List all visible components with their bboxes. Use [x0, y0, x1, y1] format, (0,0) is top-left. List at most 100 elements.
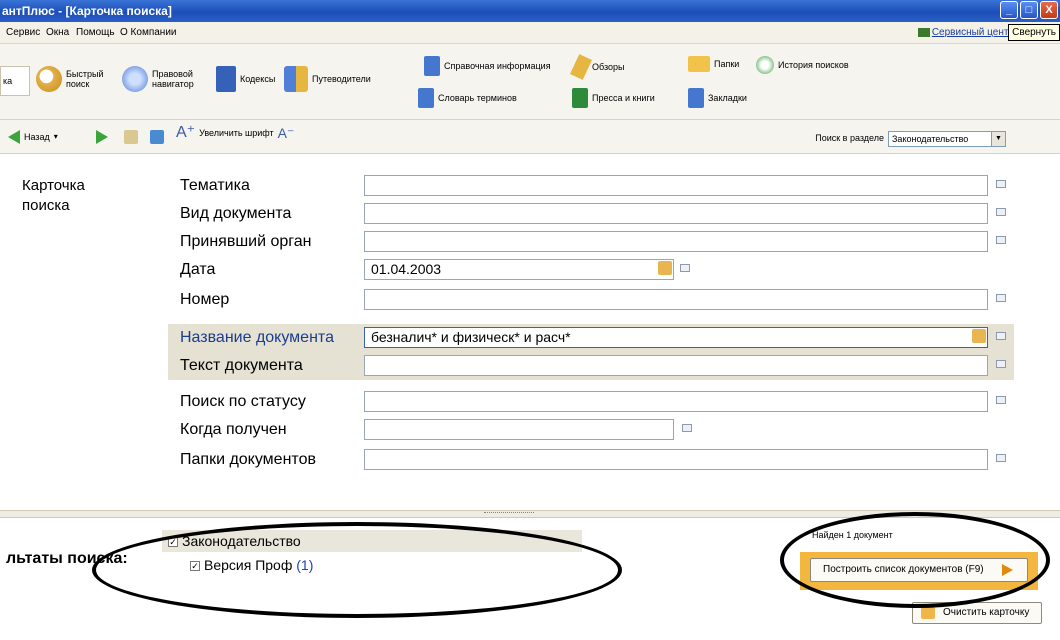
reference-info-button[interactable]: Справочная информация: [424, 56, 551, 76]
dictionary-icon[interactable]: [996, 332, 1006, 340]
panel-splitter[interactable]: [0, 510, 1060, 518]
quick-search-button[interactable]: Быстрый поиск: [36, 66, 104, 92]
dropdown-arrow-icon[interactable]: ▼: [991, 132, 1005, 146]
menu-windows[interactable]: Окна: [46, 22, 69, 44]
doc-folders-input[interactable]: [364, 449, 988, 470]
splitter-grip[interactable]: [484, 512, 534, 516]
search-results-panel: льтаты поиска: ✓ Законодательство ✓ Версия…: [0, 518, 1060, 640]
dictionary-icon[interactable]: [996, 180, 1006, 188]
reviews-label: Обзоры: [592, 62, 625, 72]
signpost-icon: [284, 66, 308, 92]
field-label-doc-text: Текст документа: [180, 357, 303, 374]
field-row-date: Дата 01.04.2003: [168, 256, 1014, 284]
tree-count-prof-version[interactable]: (1): [296, 557, 313, 573]
history-icon: [756, 56, 774, 74]
legal-navigator-label: Правовой навигатор: [152, 69, 194, 89]
doc-text-input[interactable]: [364, 355, 988, 376]
dictionary-icon[interactable]: [996, 208, 1006, 216]
dictionary-icon[interactable]: [996, 360, 1006, 368]
minimize-button[interactable]: _: [1000, 1, 1018, 19]
doc-type-input[interactable]: [364, 203, 988, 224]
bookmark-icon: [688, 88, 704, 108]
legal-navigator-button[interactable]: Правовой навигатор: [122, 66, 196, 92]
back-button[interactable]: Назад ▾: [8, 130, 58, 144]
codes-button[interactable]: Кодексы: [216, 66, 275, 92]
reference-icon: [424, 56, 440, 76]
number-input[interactable]: [364, 289, 988, 310]
checkbox-legislation[interactable]: ✓: [168, 537, 178, 548]
eraser-icon[interactable]: [972, 329, 986, 343]
status-input[interactable]: [364, 391, 988, 412]
service-center-icon: [917, 27, 930, 37]
topic-input[interactable]: [364, 175, 988, 196]
menu-service[interactable]: Сервис: [6, 22, 40, 44]
menu-about[interactable]: О Компании: [120, 22, 177, 44]
forward-arrow-icon[interactable]: [96, 130, 108, 144]
reviews-button[interactable]: Обзоры: [570, 54, 625, 80]
increase-font-label: Увеличить шрифт: [199, 128, 274, 138]
field-row-issuer: Принявший орган: [168, 228, 1014, 256]
maximize-button[interactable]: □: [1020, 1, 1038, 19]
field-row-received: Когда получен: [168, 416, 1014, 444]
tree-item-legislation[interactable]: ✓ Законодательство: [162, 530, 582, 552]
back-label: Назад: [24, 132, 50, 142]
checkbox-prof-version[interactable]: ✓: [190, 561, 200, 572]
increase-font-button[interactable]: A⁺ Увеличить шрифт A⁻: [176, 124, 295, 141]
search-in-section-label: Поиск в разделе: [815, 133, 884, 143]
issuer-input[interactable]: [364, 231, 988, 252]
field-row-status: Поиск по статусу: [168, 388, 1014, 416]
search-card: Карточка поиска Тематика Вид документа П…: [0, 154, 1060, 510]
press-book-icon: [572, 88, 588, 108]
field-label-issuer: Принявший орган: [180, 233, 312, 250]
found-count-text: Найден 1 документ: [812, 530, 893, 540]
tree-label-prof-version: Версия Проф: [204, 557, 293, 573]
menu-help[interactable]: Помощь: [76, 22, 115, 44]
pencil-icon: [570, 54, 592, 80]
dictionary-icon[interactable]: [682, 424, 692, 432]
bookmarks-button[interactable]: Закладки: [688, 88, 747, 108]
quick-search-label: Быстрый поиск: [66, 69, 104, 89]
tree-label-legislation: Законодательство: [182, 533, 301, 549]
edit-icon[interactable]: [150, 130, 164, 144]
date-input[interactable]: 01.04.2003: [364, 259, 674, 280]
search-card-tab[interactable]: ка: [0, 66, 30, 96]
magnifier-icon: [36, 66, 62, 92]
arrow-right-icon: [1002, 564, 1013, 576]
search-section-select[interactable]: Законодательство ▼: [888, 131, 1006, 147]
close-button[interactable]: X: [1040, 1, 1058, 19]
eraser-icon[interactable]: [658, 261, 672, 275]
font-up-icon: A⁺: [176, 124, 196, 141]
search-history-button[interactable]: История поисков: [756, 56, 849, 74]
field-label-folders: Папки документов: [180, 451, 316, 468]
clear-card-button[interactable]: Очистить карточку: [912, 602, 1042, 624]
field-label-doc-type: Вид документа: [180, 205, 292, 222]
build-list-button[interactable]: Построить список документов (F9): [810, 558, 1028, 582]
received-input[interactable]: [364, 419, 674, 440]
tree-item-prof-version[interactable]: ✓ Версия Проф (1): [184, 554, 313, 576]
font-down-icon[interactable]: A⁻: [278, 126, 295, 140]
minimize-tooltip: Свернуть: [1008, 24, 1060, 41]
field-label-date: Дата: [180, 261, 216, 278]
folders-button[interactable]: Папки: [688, 56, 739, 72]
clear-card-label: Очистить карточку: [943, 607, 1030, 618]
copy-icon[interactable]: [124, 130, 138, 144]
search-section-value: Законодательство: [892, 134, 969, 144]
service-center-link[interactable]: Сервисный центр: [917, 22, 1014, 44]
dictionary-icon[interactable]: [996, 454, 1006, 462]
guides-button[interactable]: Путеводители: [284, 66, 371, 92]
field-label-status: Поиск по статусу: [180, 393, 306, 410]
press-books-button[interactable]: Пресса и книги: [572, 88, 655, 108]
dictionary-icon[interactable]: [996, 294, 1006, 302]
main-toolbar: ка Быстрый поиск Правовой навигатор Коде…: [0, 44, 1060, 120]
codes-label: Кодексы: [240, 74, 276, 84]
dictionary-icon[interactable]: [680, 264, 690, 272]
dictionary-icon[interactable]: [996, 236, 1006, 244]
folders-label: Папки: [714, 59, 740, 69]
bookmarks-label: Закладки: [708, 93, 747, 103]
glossary-button[interactable]: Словарь терминов: [418, 88, 517, 108]
back-dropdown-icon: ▾: [53, 132, 58, 141]
field-row-folders: Папки документов: [168, 446, 1014, 474]
search-history-label: История поисков: [778, 60, 849, 70]
doc-name-input[interactable]: безналич* и физическ* и расч*: [364, 327, 988, 348]
dictionary-icon[interactable]: [996, 396, 1006, 404]
